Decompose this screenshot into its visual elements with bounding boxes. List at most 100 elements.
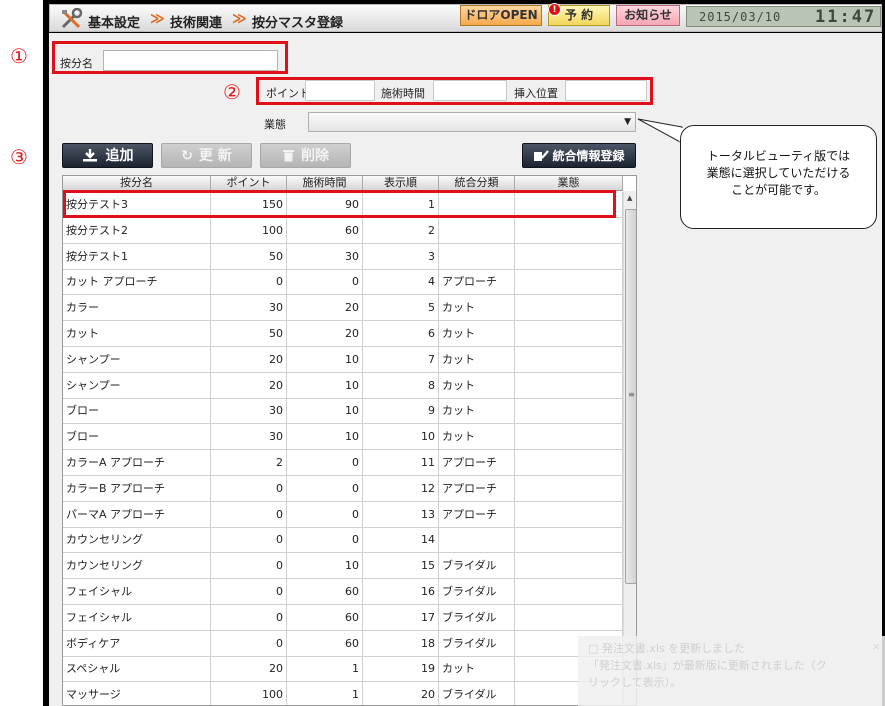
cell-order: 9 (363, 398, 439, 425)
table-row[interactable]: シャンプー 20 10 8 カット (63, 372, 623, 399)
table-row[interactable]: 按分テスト2 100 60 2 (63, 217, 623, 244)
cell-order: 20 (363, 682, 439, 705)
trash-icon (283, 150, 294, 162)
notification-line: 「発注文書.xls」が最新版に更新されました（ク (588, 659, 827, 672)
cell-name: カット アプローチ (63, 269, 211, 296)
table-row[interactable]: カラー 30 20 5 カット (63, 295, 623, 322)
integrate-info-label: 統合情報登録 (552, 149, 625, 163)
table-row[interactable]: シャンプー 20 10 7 カット (63, 346, 623, 373)
delete-button[interactable]: 削除 (260, 143, 351, 168)
cell-gyotai (515, 295, 623, 322)
cell-name: フェイシャル (63, 604, 211, 631)
scroll-up-arrow-icon[interactable]: ▲ (627, 194, 632, 202)
gyotai-label: 業態 (264, 118, 286, 131)
table-row[interactable]: カラーA アプローチ 2 0 11 アプローチ (63, 450, 623, 476)
cell-category: カット (439, 295, 515, 322)
notice-button[interactable]: お知らせ (616, 5, 680, 26)
notification-line: リックして表示）。 (588, 676, 682, 689)
add-button[interactable]: 追加 (62, 143, 153, 168)
cell-gyotai (515, 604, 623, 631)
cell-order: 15 (363, 553, 439, 580)
table-row[interactable]: マッサージ 100 1 20 ブライダル (63, 682, 623, 705)
callout-line: トータルビューティ版では (706, 149, 851, 163)
cell-time: 0 (287, 269, 363, 296)
cell-point: 0 (211, 527, 287, 554)
cell-order: 13 (363, 501, 439, 528)
door-open-button[interactable]: ドロアOPEN (460, 5, 542, 26)
cell-time: 20 (287, 321, 363, 347)
cell-order: 4 (363, 269, 439, 296)
callout-line: 業態に選択していただける (706, 166, 851, 180)
cell-gyotai (515, 579, 623, 605)
cell-time: 10 (287, 424, 363, 451)
table-row[interactable]: ボディケア 0 60 18 ブライダル (63, 630, 623, 657)
breadcrumb-technique[interactable]: 技術関連 (170, 12, 222, 31)
breadcrumb-basic-settings[interactable]: 基本設定 (88, 12, 140, 31)
cell-category: カット (439, 346, 515, 373)
table-row[interactable]: フェイシャル 0 60 16 ブライダル (63, 579, 623, 605)
table-row[interactable]: カラーB アプローチ 0 0 12 アプローチ (63, 475, 623, 502)
callout-line: ことが可能です。 (731, 183, 826, 197)
cell-category: カット (439, 372, 515, 399)
close-icon[interactable]: × (872, 638, 881, 655)
cell-order: 17 (363, 604, 439, 631)
update-notification[interactable]: × □ 発注文書.xls を更新しました 「発注文書.xls」が最新版に更新され… (578, 636, 885, 706)
cell-time: 10 (287, 346, 363, 373)
cell-order: 12 (363, 475, 439, 502)
cell-category (439, 217, 515, 244)
cell-order: 7 (363, 346, 439, 373)
cell-name: ボディケア (63, 630, 211, 657)
cell-gyotai (515, 450, 623, 476)
table-row[interactable]: スペシャル 20 1 19 カット (63, 656, 623, 683)
update-button[interactable]: ↻ 更 新 (161, 143, 252, 168)
cell-name: ブロー (63, 398, 211, 425)
cell-gyotai (515, 269, 623, 296)
column-header-category[interactable]: 統合分類 (439, 176, 515, 191)
column-header-point[interactable]: ポイント (211, 176, 287, 191)
cell-gyotai (515, 553, 623, 580)
cell-point: 20 (211, 346, 287, 373)
table-row[interactable]: カット 50 20 6 カット (63, 321, 623, 347)
table-row[interactable]: ブロー 30 10 9 カット (63, 398, 623, 425)
edit-icon (534, 150, 550, 161)
cell-name: シャンプー (63, 372, 211, 399)
cell-order: 2 (363, 217, 439, 244)
table-row[interactable]: カット アプローチ 0 0 4 アプローチ (63, 269, 623, 296)
table-row[interactable]: 按分テスト1 50 30 3 (63, 243, 623, 270)
cell-name: 按分テスト1 (63, 243, 211, 270)
cell-name: ブロー (63, 424, 211, 451)
cell-category: アプローチ (439, 475, 515, 502)
marker-1: ① (10, 44, 28, 68)
table-row[interactable]: カウンセリング 0 0 14 (63, 527, 623, 554)
column-header-gyotai[interactable]: 業態 (515, 176, 623, 191)
cell-order: 14 (363, 527, 439, 554)
cell-time: 60 (287, 217, 363, 244)
breadcrumb-separator-icon: ≫ (150, 11, 165, 27)
column-header-name[interactable]: 按分名 (63, 176, 211, 191)
column-header-time[interactable]: 施術時間 (287, 176, 363, 191)
table-row[interactable]: ブロー 30 10 10 カット (63, 424, 623, 451)
gyotai-select[interactable]: ▼ (308, 112, 636, 132)
grip-icon: ≡ (628, 390, 635, 399)
cell-order: 3 (363, 243, 439, 270)
cell-name: カウンセリング (63, 527, 211, 554)
cell-order: 5 (363, 295, 439, 322)
table-row[interactable]: パーマA アプローチ 0 0 13 アプローチ (63, 501, 623, 528)
table-row[interactable]: カウンセリング 0 10 15 ブライダル (63, 553, 623, 580)
cell-category: カット (439, 656, 515, 683)
cell-category: カット (439, 321, 515, 347)
cell-order: 10 (363, 424, 439, 451)
cell-time: 10 (287, 372, 363, 399)
cell-time: 1 (287, 682, 363, 705)
tools-icon (61, 8, 83, 29)
cell-name: フェイシャル (63, 579, 211, 605)
integrate-info-button[interactable]: 統合情報登録 (522, 143, 636, 168)
cell-name: カラーB アプローチ (63, 475, 211, 502)
column-header-order[interactable]: 表示順 (363, 176, 439, 191)
scrollbar-thumb[interactable]: ≡ (625, 209, 636, 584)
vertical-scrollbar[interactable]: ▲ ≡ (623, 191, 636, 705)
cell-name: カラー (63, 295, 211, 322)
table-row[interactable]: フェイシャル 0 60 17 ブライダル (63, 604, 623, 631)
cell-time: 30 (287, 243, 363, 270)
cell-category: ブライダル (439, 682, 515, 705)
